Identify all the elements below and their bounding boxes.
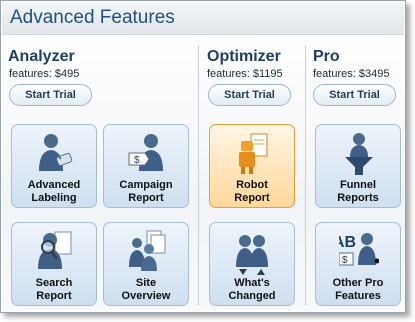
advanced-features-panel: Advanced Features Analyzer features: $49… xyxy=(0,0,406,313)
tile-label: Advanced Labeling xyxy=(27,179,81,204)
person-with-dollar-icon: $ xyxy=(128,134,163,171)
tile-label: What's Changed xyxy=(228,277,276,302)
tier-price-optimizer: features: $1195 xyxy=(207,68,283,80)
tier-price-pro: features: $3495 xyxy=(313,68,390,80)
tile-robot-report[interactable]: Robot Report xyxy=(209,124,295,208)
tier-name-optimizer: Optimizer xyxy=(207,48,281,65)
tile-label: Site Overview xyxy=(121,277,171,302)
tile-advanced-labeling[interactable]: Advanced Labeling xyxy=(11,124,97,208)
tile-funnel-reports[interactable]: Funnel Reports xyxy=(315,124,401,208)
tile-whats-changed[interactable]: What's Changed xyxy=(209,222,295,306)
column-divider xyxy=(198,45,199,306)
svg-text:$: $ xyxy=(134,155,140,166)
group-with-arrows-icon xyxy=(236,235,268,275)
svg-text:$: $ xyxy=(342,255,348,266)
start-trial-button-optimizer[interactable]: Start Trial xyxy=(208,84,291,106)
svg-text:AB: AB xyxy=(339,234,356,251)
tier-name-analyzer: Analyzer xyxy=(8,48,75,65)
tile-campaign-report[interactable]: $ Campaign Report xyxy=(103,124,189,208)
tier-price-analyzer: features: $495 xyxy=(9,68,80,80)
tile-site-overview[interactable]: Site Overview xyxy=(103,222,189,306)
column-divider xyxy=(305,45,306,306)
group-with-documents-icon xyxy=(129,230,166,271)
tile-label: Search Report xyxy=(35,277,73,302)
start-trial-button-pro[interactable]: Start Trial xyxy=(313,84,396,106)
person-with-tag-icon xyxy=(39,134,73,171)
person-on-funnel-icon xyxy=(345,133,373,175)
tier-name-pro: Pro xyxy=(313,48,340,65)
tile-label: Robot Report xyxy=(234,179,270,204)
start-trial-button-analyzer[interactable]: Start Trial xyxy=(9,84,92,106)
robot-with-document-icon xyxy=(239,133,268,174)
tile-search-report[interactable]: Search Report xyxy=(11,222,97,306)
tile-label: Campaign Report xyxy=(119,179,173,204)
title-bar: Advanced Features xyxy=(2,2,404,35)
tile-label: Funnel Reports xyxy=(337,179,379,204)
tile-other-pro-features[interactable]: AB $ Other ProFeatures xyxy=(315,222,401,306)
tile-label: Other Pro Features xyxy=(332,277,384,302)
ab-test-person-icon: AB $ xyxy=(339,233,379,266)
panel-title: Advanced Features xyxy=(10,7,175,28)
person-with-magnifier-icon xyxy=(38,231,72,269)
